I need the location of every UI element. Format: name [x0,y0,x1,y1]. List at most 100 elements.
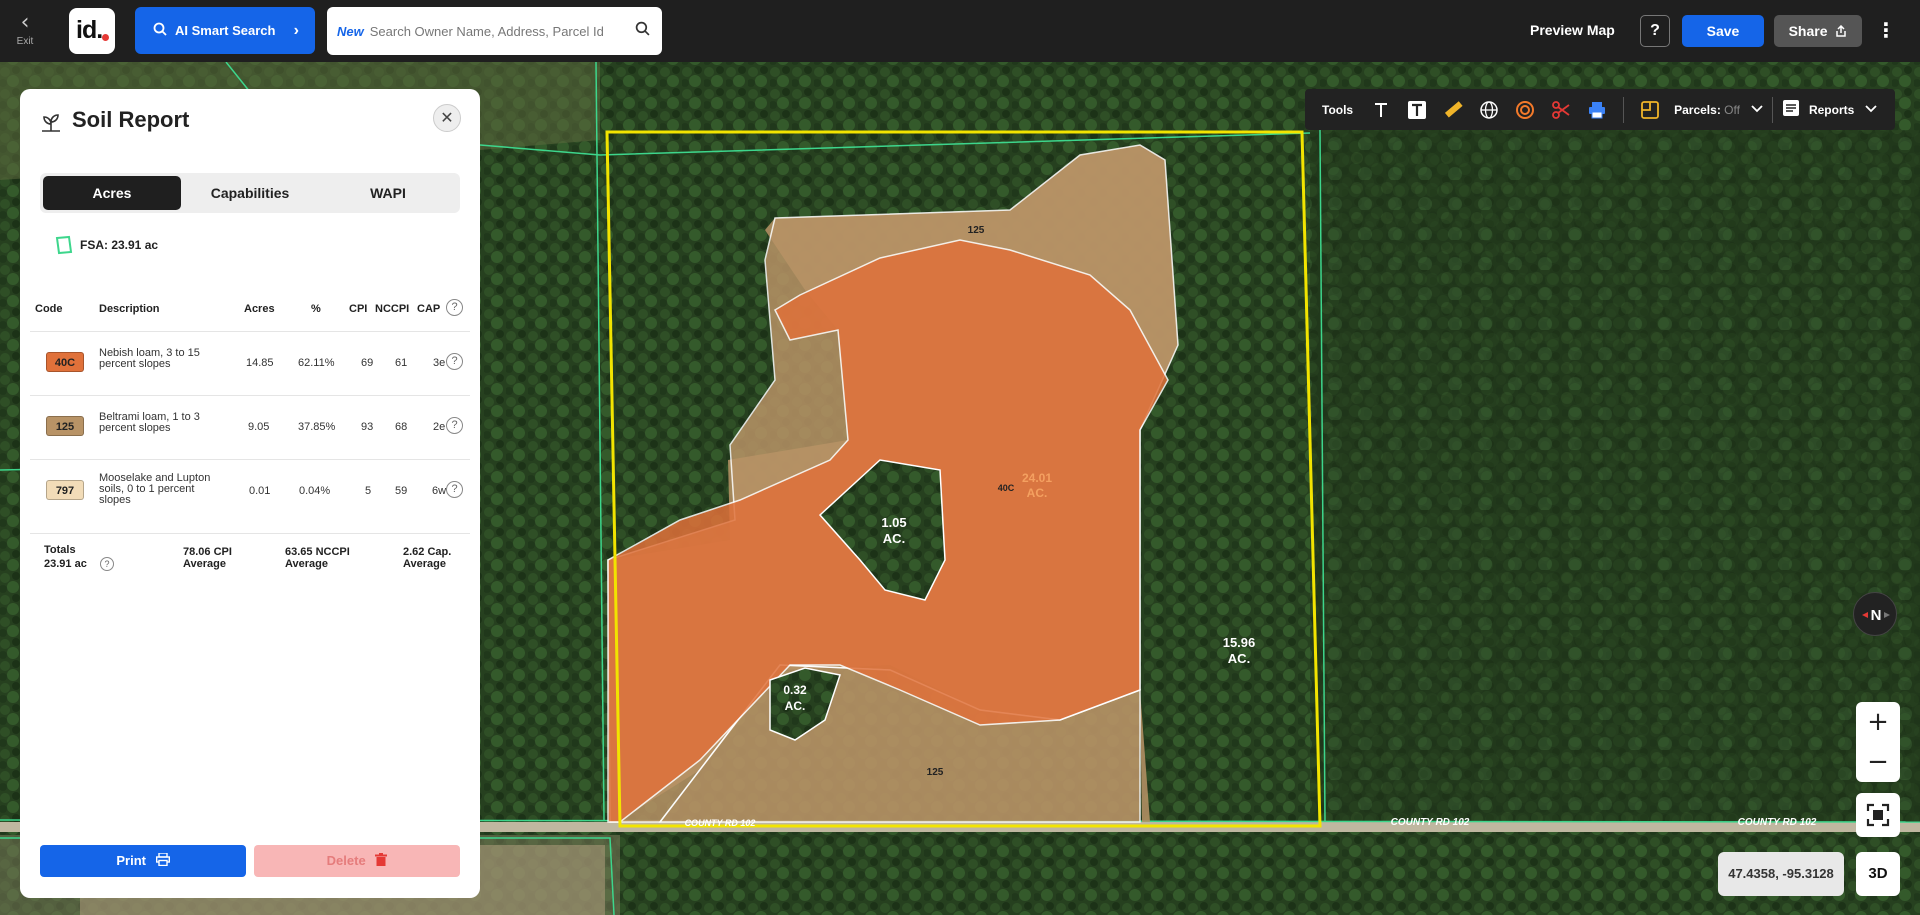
col-cpi: CPI [349,303,368,315]
col-code: Code [35,303,63,315]
print-label: Print [116,853,146,868]
soil-report-panel: Soil Report ✕ Acres Capabilities WAPI FS… [20,89,480,898]
soil-description: Nebish loam, 3 to 15 percent slopes [99,348,224,370]
ai-smart-search-button[interactable]: AI Smart Search › [135,7,315,54]
chevron-down-icon[interactable] [1750,103,1764,117]
compass-letter: N [1871,607,1882,624]
road-label-3: COUNTY RD 102 [1738,817,1817,828]
parcel-icon[interactable] [1635,95,1665,125]
toolbar-divider [1623,96,1625,123]
soil-acres: 9.05 [248,421,270,433]
totals-cpi: 78.06 CPI [183,546,232,558]
soil-acres: 0.01 [249,485,271,497]
desc-line: percent slopes [99,358,171,370]
table-row[interactable]: 40C Nebish loam, 3 to 15 percent slopes … [30,331,470,395]
soil-nccpi: 68 [395,421,408,433]
map-acres-main-1: 24.01 [1022,471,1052,485]
col-description: Description [99,303,160,315]
reports-icon[interactable] [1781,98,1801,121]
soil-code-badge: 125 [46,416,84,436]
preview-map-link[interactable]: Preview Map [1530,22,1615,38]
compass-button[interactable]: N [1853,592,1897,636]
delete-button[interactable]: Delete [254,845,460,877]
help-circle-icon[interactable]: ? [446,481,463,498]
close-icon[interactable]: ✕ [433,104,461,132]
field-shape-icon [55,235,73,255]
save-button[interactable]: Save [1682,15,1764,47]
buffer-icon[interactable] [1510,95,1540,125]
coordinates-readout: 47.4358, -95.3128 [1718,852,1844,896]
search-icon [153,22,167,40]
map-acres-east-1: 15.96 [1223,635,1256,650]
print-button[interactable]: Print [40,845,246,877]
globe-icon[interactable] [1474,95,1504,125]
soil-cap: 6w [432,485,447,497]
totals-cap: 2.62 Cap. [403,546,452,558]
totals-cap-sub: Average [403,558,447,570]
soil-acres: 14.85 [246,357,274,369]
text-icon[interactable] [1366,95,1396,125]
map-acres-east-2: AC. [1228,651,1250,666]
search-input[interactable]: New Search Owner Name, Address, Parcel I… [327,7,662,55]
soil-description: Beltrami loam, 1 to 3 percent slopes [99,412,224,434]
fsa-summary: FSA: 23.91 ac [54,235,158,255]
3d-toggle-button[interactable]: 3D [1856,852,1900,896]
more-options-icon[interactable]: ⋮ [1876,15,1896,47]
desc-line: percent slopes [99,422,171,434]
soil-cpi: 5 [365,485,372,497]
help-circle-icon[interactable]: ? [446,417,463,434]
reports-label[interactable]: Reports [1809,103,1854,117]
help-circle-icon[interactable]: ? [446,299,463,316]
printer-icon[interactable] [1582,95,1612,125]
soil-cpi: 69 [361,357,374,369]
help-circle-icon[interactable]: ? [100,557,114,571]
exit-button[interactable]: ‹ Exit [8,10,42,52]
chevron-down-icon[interactable] [1864,103,1878,117]
parcels-label: Parcels: [1674,102,1721,117]
soil-cap: 3e [433,357,446,369]
fit-bounds-button[interactable] [1856,793,1900,837]
share-icon [1831,23,1847,39]
totals-nccpi-sub: Average [285,558,329,570]
zoom-in-button[interactable]: + [1856,702,1900,742]
help-circle-icon[interactable]: ? [446,353,463,370]
app-logo[interactable]: id. [69,8,115,54]
zoom-out-button[interactable]: − [1856,742,1900,782]
soil-nccpi: 59 [395,485,408,497]
search-icon[interactable] [635,21,650,39]
map-tools-bar: Tools Parcels: Off Reports [1305,89,1895,130]
tab-wapi[interactable]: WAPI [319,176,457,210]
desc-line: slopes [99,494,131,506]
chevron-left-icon: ‹ [20,10,30,35]
share-button[interactable]: Share [1774,15,1862,47]
parcels-toggle[interactable]: Parcels: Off [1674,103,1740,117]
map-label-125-top: 125 [968,225,985,236]
table-row[interactable]: 125 Beltrami loam, 1 to 3 percent slopes… [30,395,470,459]
chevron-right-icon: › [293,21,299,39]
ruler-icon[interactable] [1438,95,1468,125]
search-new-tag: New [337,23,364,39]
exit-label: Exit [16,36,34,47]
soil-plant-icon [40,111,62,138]
text-box-icon[interactable] [1402,95,1432,125]
fsa-label: FSA: 23.91 ac [80,238,159,252]
tab-capabilities[interactable]: Capabilities [181,176,319,210]
map-acres-main-2: AC. [1027,486,1048,500]
tab-acres[interactable]: Acres [43,176,181,210]
scissors-icon[interactable] [1546,95,1576,125]
table-row[interactable]: 797 Mooselake and Lupton soils, 0 to 1 p… [30,459,470,523]
zoom-control: + − [1856,702,1900,782]
col-pct: % [311,303,321,315]
soil-pct: 37.85% [298,421,336,433]
soil-pct: 0.04% [299,485,331,497]
totals-row: Totals 23.91 ac ? 78.06 CPI Average 63.6… [30,533,470,583]
share-label: Share [1788,23,1828,39]
trash-icon [369,853,388,868]
col-acres: Acres [244,303,275,315]
road-label-1: COUNTY RD 102 [685,818,756,828]
panel-title: Soil Report [72,107,190,132]
soil-cap: 2e [433,421,446,433]
top-bar: ‹ Exit id. AI Smart Search › New Search … [0,0,1920,62]
help-button[interactable]: ? [1640,15,1670,47]
map-acres-island2-1: 0.32 [783,683,807,697]
